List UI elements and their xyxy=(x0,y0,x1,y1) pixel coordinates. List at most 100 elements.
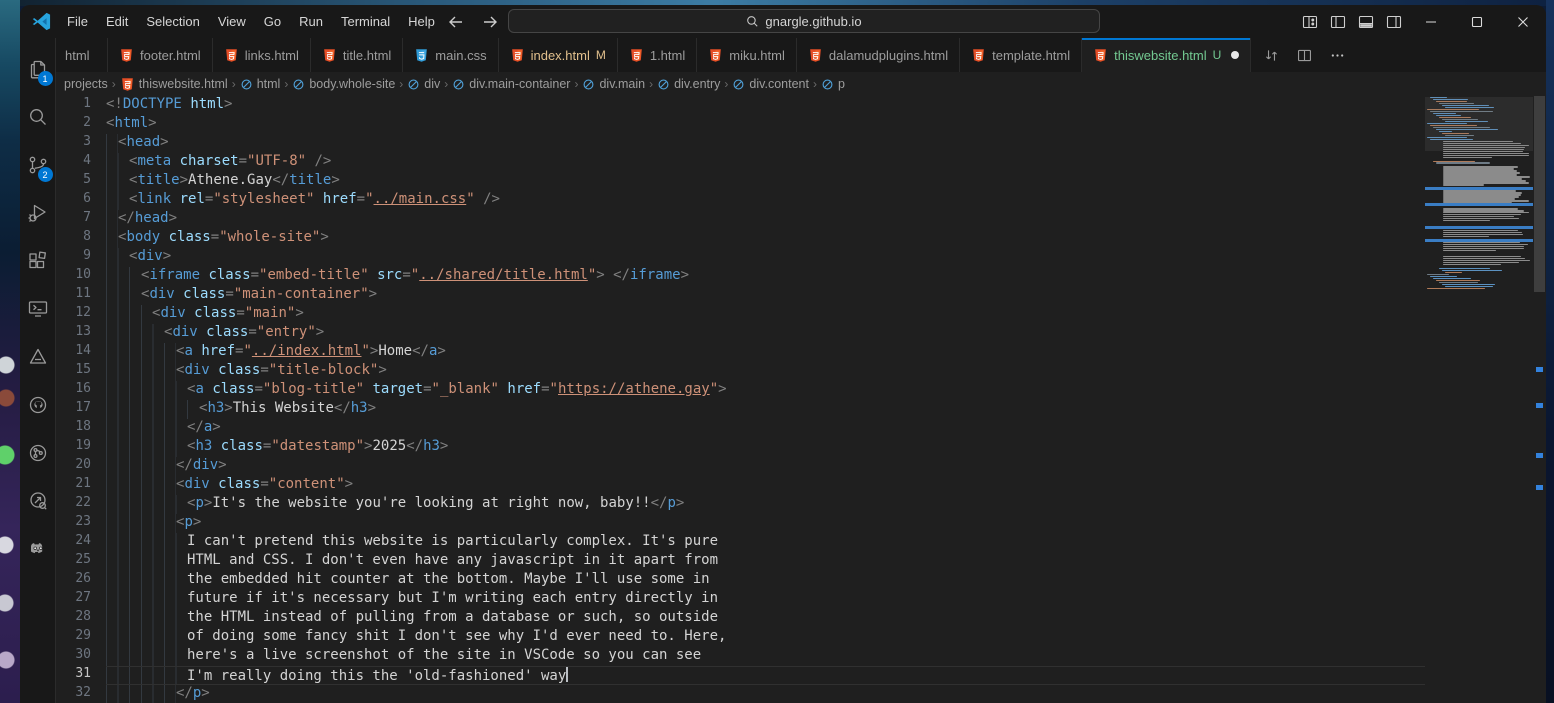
menu-edit[interactable]: Edit xyxy=(97,10,137,33)
tab-links.html[interactable]: links.html xyxy=(213,38,311,72)
line-number-6[interactable]: 6 xyxy=(56,191,106,210)
line-number-27[interactable]: 27 xyxy=(56,590,106,609)
code-line-5[interactable]: <title>Athene.Gay</title> xyxy=(106,172,1425,191)
line-number-19[interactable]: 19 xyxy=(56,438,106,457)
code-line-11[interactable]: <div class="main-container"> xyxy=(106,286,1425,305)
menu-selection[interactable]: Selection xyxy=(137,10,208,33)
scrollbar-thumb[interactable] xyxy=(1534,96,1545,292)
line-number-16[interactable]: 16 xyxy=(56,381,106,400)
line-number-31[interactable]: 31 xyxy=(56,666,106,685)
menu-file[interactable]: File xyxy=(58,10,97,33)
minimap[interactable] xyxy=(1425,97,1533,387)
github-icon[interactable] xyxy=(20,381,56,429)
back-arrow-icon[interactable] xyxy=(448,15,464,29)
maximize-button[interactable] xyxy=(1454,5,1500,38)
code-line-16[interactable]: <a class="blog-title" target="_blank" hr… xyxy=(106,381,1425,400)
line-number-32[interactable]: 32 xyxy=(56,685,106,703)
toggle-panel-icon[interactable] xyxy=(1352,5,1380,38)
code-lines[interactable]: <!DOCTYPE html><html><head><meta charset… xyxy=(106,96,1425,703)
code-line-17[interactable]: <h3>This Website</h3> xyxy=(106,400,1425,419)
breadcrumb-item-body.whole-site[interactable]: body.whole-site xyxy=(292,77,395,91)
code-line-2[interactable]: <html> xyxy=(106,115,1425,134)
code-line-22[interactable]: <p>It's the website you're looking at ri… xyxy=(106,495,1425,514)
breadcrumb-item-thiswebsite.html[interactable]: thiswebsite.html xyxy=(120,77,228,92)
line-number-18[interactable]: 18 xyxy=(56,419,106,438)
godot-tools-icon[interactable] xyxy=(20,525,56,573)
tab-miku.html[interactable]: miku.html xyxy=(697,38,797,72)
code-line-26[interactable]: the embedded hit counter at the bottom. … xyxy=(106,571,1425,590)
menu-run[interactable]: Run xyxy=(290,10,332,33)
line-number-17[interactable]: 17 xyxy=(56,400,106,419)
more-actions-icon[interactable] xyxy=(1329,47,1346,64)
minimize-button[interactable] xyxy=(1408,5,1454,38)
line-number-8[interactable]: 8 xyxy=(56,229,106,248)
run-and-debug-icon[interactable] xyxy=(20,189,56,237)
code-line-15[interactable]: <div class="title-block"> xyxy=(106,362,1425,381)
tab-1.html[interactable]: 1.html xyxy=(618,38,697,72)
line-number-26[interactable]: 26 xyxy=(56,571,106,590)
menu-view[interactable]: View xyxy=(209,10,255,33)
git-graph-icon[interactable] xyxy=(20,429,56,477)
tab-thiswebsite.html[interactable]: thiswebsite.htmlU xyxy=(1082,38,1251,72)
line-number-14[interactable]: 14 xyxy=(56,343,106,362)
breadcrumb-item-div.main[interactable]: div.main xyxy=(582,77,645,91)
line-number-30[interactable]: 30 xyxy=(56,647,106,666)
code-line-13[interactable]: <div class="entry"> xyxy=(106,324,1425,343)
line-number-11[interactable]: 11 xyxy=(56,286,106,305)
tab-dalamudplugins.html[interactable]: dalamudplugins.html xyxy=(797,38,960,72)
code-line-20[interactable]: </div> xyxy=(106,457,1425,476)
breadcrumb-item-div[interactable]: div xyxy=(407,77,440,91)
line-number-20[interactable]: 20 xyxy=(56,457,106,476)
tab-main.css[interactable]: main.css xyxy=(403,38,498,72)
code-line-25[interactable]: HTML and CSS. I don't even have any java… xyxy=(106,552,1425,571)
extensions-icon[interactable] xyxy=(20,237,56,285)
code-line-28[interactable]: the HTML instead of pulling from a datab… xyxy=(106,609,1425,628)
line-number-28[interactable]: 28 xyxy=(56,609,106,628)
line-number-9[interactable]: 9 xyxy=(56,248,106,267)
code-line-29[interactable]: of doing some fancy shit I don't see why… xyxy=(106,628,1425,647)
breadcrumb-item-projects[interactable]: projects xyxy=(64,77,108,91)
tab-title.html[interactable]: title.html xyxy=(311,38,403,72)
dirty-indicator-icon[interactable] xyxy=(1231,51,1239,59)
remote-explorer-icon[interactable] xyxy=(20,285,56,333)
scrollbar[interactable] xyxy=(1533,96,1546,703)
menu-help[interactable]: Help xyxy=(399,10,444,33)
toggle-primary-sidebar-icon[interactable] xyxy=(1324,5,1352,38)
line-number-10[interactable]: 10 xyxy=(56,267,106,286)
breadcrumb-item-html[interactable]: html xyxy=(240,77,281,91)
breadcrumb-item-p[interactable]: p xyxy=(821,77,845,91)
command-center-search[interactable]: gnargle.github.io xyxy=(508,9,1100,33)
line-number-21[interactable]: 21 xyxy=(56,476,106,495)
line-number-12[interactable]: 12 xyxy=(56,305,106,324)
line-number-22[interactable]: 22 xyxy=(56,495,106,514)
code-editor[interactable]: 1234567891011121314151617181920212223242… xyxy=(56,96,1546,703)
code-line-23[interactable]: <p> xyxy=(106,514,1425,533)
breadcrumb-item-div.main-container[interactable]: div.main-container xyxy=(452,77,570,91)
code-line-3[interactable]: <head> xyxy=(106,134,1425,153)
forward-arrow-icon[interactable] xyxy=(482,15,498,29)
code-line-9[interactable]: <div> xyxy=(106,248,1425,267)
source-control-icon[interactable]: 2 xyxy=(20,141,56,189)
tab-index.html[interactable]: index.htmlM xyxy=(499,38,618,72)
code-line-21[interactable]: <div class="content"> xyxy=(106,476,1425,495)
menu-go[interactable]: Go xyxy=(255,10,290,33)
code-line-27[interactable]: future if it's necessary but I'm writing… xyxy=(106,590,1425,609)
gitlens-icon[interactable] xyxy=(20,477,56,525)
code-line-8[interactable]: <body class="whole-site"> xyxy=(106,229,1425,248)
code-line-32[interactable]: </p> xyxy=(106,685,1425,703)
code-line-10[interactable]: <iframe class="embed-title" src="../shar… xyxy=(106,267,1425,286)
code-line-24[interactable]: I can't pretend this website is particul… xyxy=(106,533,1425,552)
line-number-13[interactable]: 13 xyxy=(56,324,106,343)
code-line-4[interactable]: <meta charset="UTF-8" /> xyxy=(106,153,1425,172)
line-number-5[interactable]: 5 xyxy=(56,172,106,191)
line-number-7[interactable]: 7 xyxy=(56,210,106,229)
line-number-2[interactable]: 2 xyxy=(56,115,106,134)
line-number-24[interactable]: 24 xyxy=(56,533,106,552)
code-line-12[interactable]: <div class="main"> xyxy=(106,305,1425,324)
line-number-29[interactable]: 29 xyxy=(56,628,106,647)
minimap-slider[interactable] xyxy=(1425,97,1533,151)
customize-layout-icon[interactable] xyxy=(1296,5,1324,38)
code-line-31[interactable]: I'm really doing this the 'old-fashioned… xyxy=(106,666,1425,685)
editor-gutter[interactable]: 1234567891011121314151617181920212223242… xyxy=(56,96,106,703)
line-number-1[interactable]: 1 xyxy=(56,96,106,115)
